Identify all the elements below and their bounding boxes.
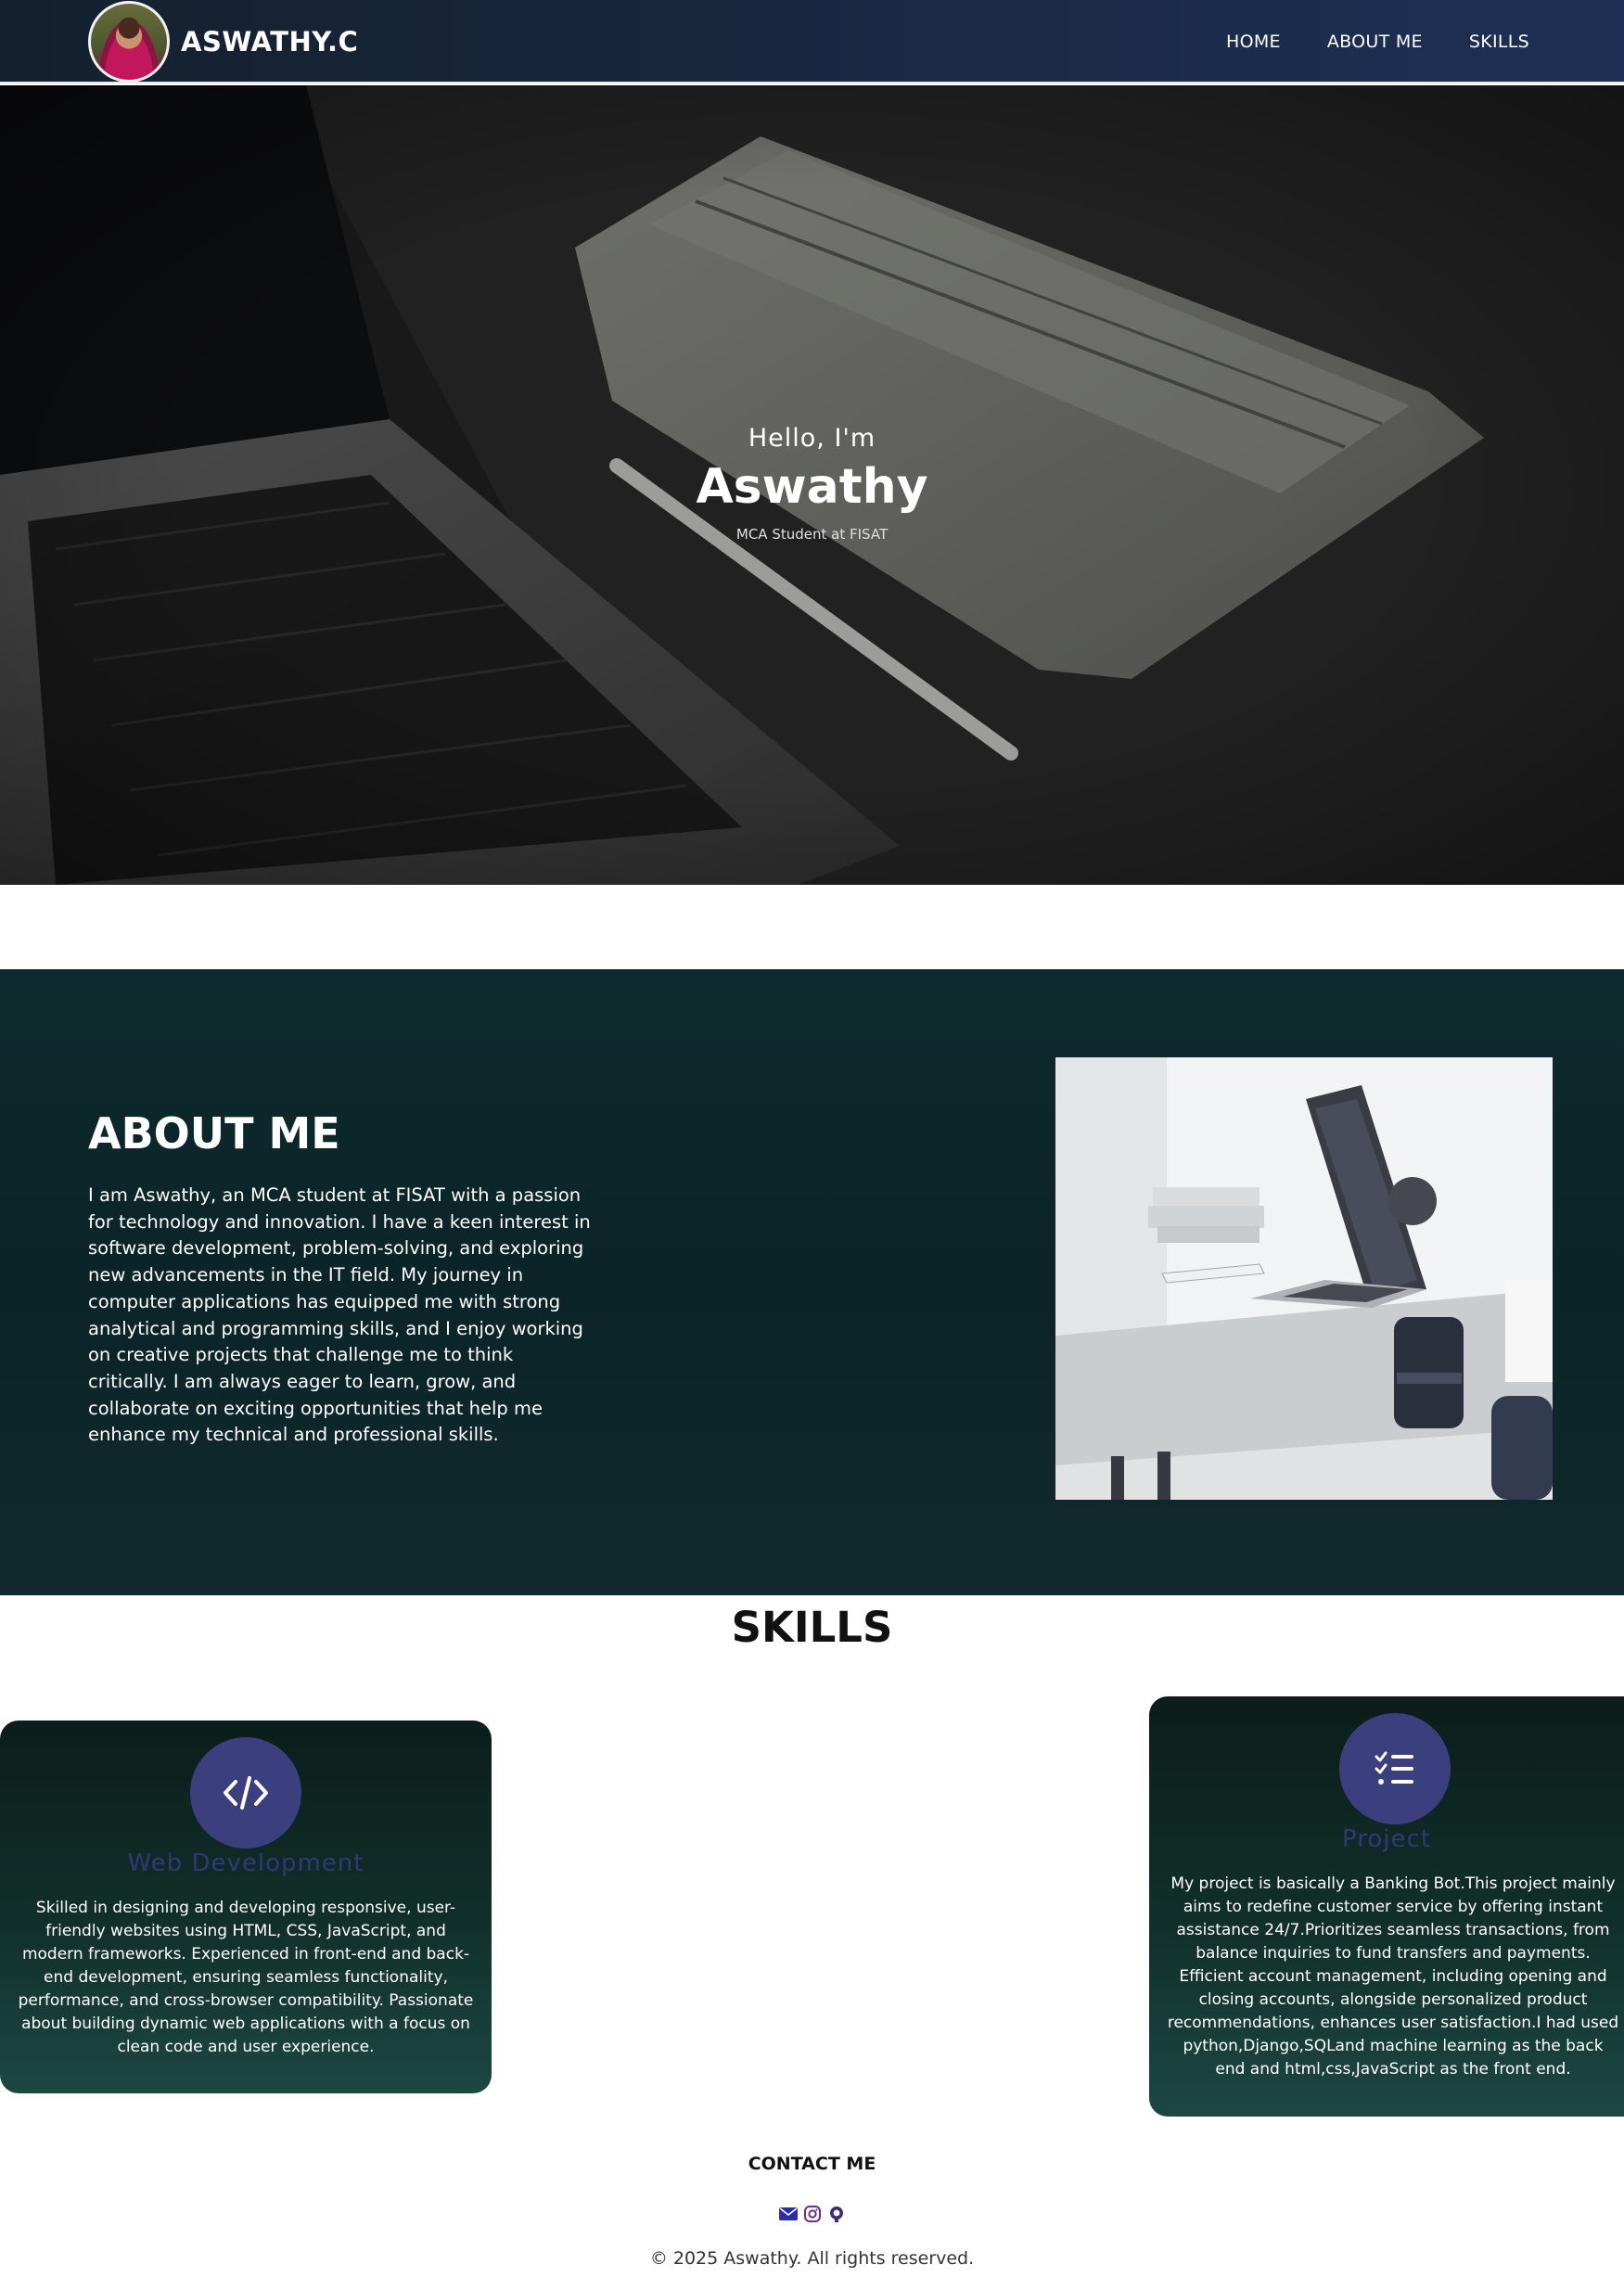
list-check-icon xyxy=(1339,1713,1451,1824)
envelope-icon[interactable] xyxy=(778,2204,799,2224)
nav-link-skills[interactable]: SKILLS xyxy=(1469,32,1529,52)
hero-subtitle: MCA Student at FISAT xyxy=(735,526,889,543)
about-text: I am Aswathy, an MCA student at FISAT wi… xyxy=(88,1184,591,1446)
social-links xyxy=(0,2204,1624,2224)
nav-links: HOME ABOUT ME SKILLS xyxy=(1226,0,1529,83)
code-icon xyxy=(190,1737,301,1849)
nav-link-about[interactable]: ABOUT ME xyxy=(1327,32,1423,52)
github-icon[interactable] xyxy=(826,2204,847,2224)
skill-card-title: Web Development xyxy=(127,1849,364,1877)
instagram-icon[interactable] xyxy=(802,2204,823,2224)
skill-card-web-development: Web Development Skilled in designing and… xyxy=(0,1721,492,2093)
skill-card-project: Project My project is basically a Bankin… xyxy=(1149,1696,1624,2117)
about-photo xyxy=(1055,1057,1553,1500)
contact-title: CONTACT ME xyxy=(748,2154,876,2174)
hero-greeting: Hello, I'm xyxy=(748,424,876,453)
navbar: ASWATHY.C HOME ABOUT ME SKILLS xyxy=(0,0,1624,83)
skills-title: SKILLS xyxy=(731,1603,893,1652)
about-title: ABOUT ME xyxy=(88,1108,340,1158)
nav-link-home[interactable]: HOME xyxy=(1226,32,1281,52)
skill-card-title: Project xyxy=(1342,1825,1431,1853)
hero-name: Aswathy xyxy=(696,459,928,515)
skill-card-description: Skilled in designing and developing resp… xyxy=(18,1899,474,2056)
brand[interactable]: ASWATHY.C xyxy=(88,0,358,83)
avatar xyxy=(88,1,170,83)
brand-name: ASWATHY.C xyxy=(181,26,359,58)
copyright: © 2025 Aswathy. All rights reserved. xyxy=(649,2248,975,2269)
hero-section: Hello, I'm Aswathy MCA Student at FISAT xyxy=(0,85,1624,885)
skill-card-description: My project is basically a Banking Bot.Th… xyxy=(1167,1874,1619,2079)
about-section: ABOUT ME I am Aswathy, an MCA student at… xyxy=(0,969,1624,1595)
